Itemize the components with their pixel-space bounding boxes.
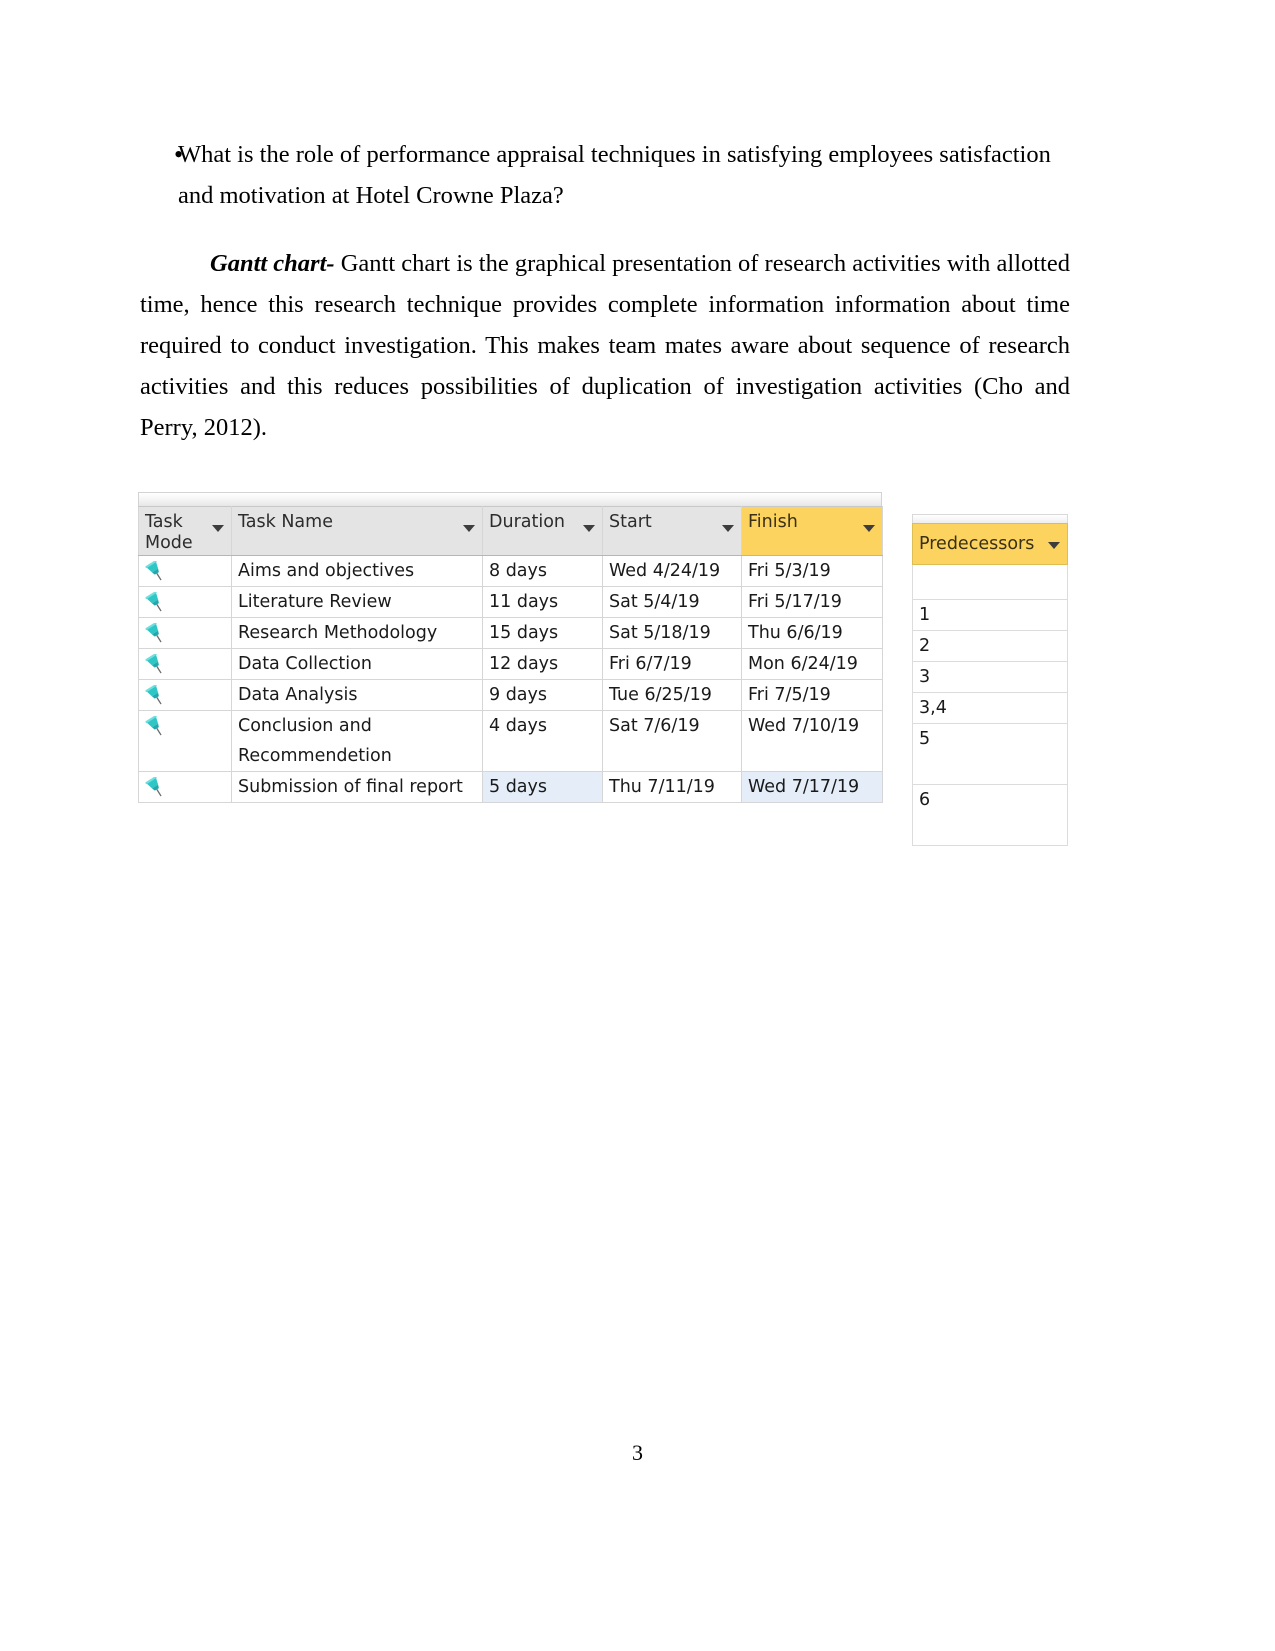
predecessors-header-row: Predecessors (912, 523, 1068, 565)
cell-finish[interactable]: Wed 7/17/19 (741, 771, 883, 803)
cell-duration[interactable]: 4 days (482, 710, 603, 772)
predecessors-row[interactable]: 1 (912, 599, 1068, 631)
cell-task-mode[interactable] (138, 586, 232, 618)
cell-task-name[interactable]: Research Methodology (231, 617, 483, 649)
column-header-duration[interactable]: Duration (482, 506, 603, 556)
table-row[interactable]: Data Analysis 9 days Tue 6/25/19 Fri 7/5/19 (138, 679, 883, 711)
document-page: • What is the role of performance apprai… (0, 0, 1275, 1651)
gantt-chart-lead-in: Gantt chart- (210, 249, 335, 277)
chevron-down-icon[interactable] (463, 525, 475, 532)
cell-finish[interactable]: Fri 5/17/19 (741, 586, 883, 618)
column-header-task-mode[interactable]: Task Mode (138, 506, 232, 556)
bullet-marker-icon: • (174, 140, 184, 169)
task-table-body: Aims and objectives 8 days Wed 4/24/19 Fri … (138, 555, 883, 803)
column-header-start[interactable]: Start (602, 506, 742, 556)
predecessors-row[interactable]: 3 (912, 661, 1068, 693)
cell-start[interactable]: Wed 4/24/19 (602, 555, 742, 587)
cell-task-mode[interactable] (138, 648, 232, 680)
table-row[interactable]: Literature Review 11 days Sat 5/4/19 Fri 5/… (138, 586, 883, 618)
chevron-down-icon[interactable] (863, 525, 875, 532)
cell-task-mode[interactable] (138, 555, 232, 587)
cell-task-name[interactable]: Submission of final report (231, 771, 483, 803)
column-header-label: Task Name (238, 512, 333, 532)
cell-task-mode[interactable] (138, 710, 232, 772)
cell-finish[interactable]: Thu 6/6/19 (741, 617, 883, 649)
cell-duration[interactable]: 12 days (482, 648, 603, 680)
cell-start[interactable]: Thu 7/11/19 (602, 771, 742, 803)
chevron-down-icon[interactable] (1048, 542, 1060, 549)
table-row[interactable]: Submission of final report 5 days Thu 7/11… (138, 771, 883, 803)
bullet-question-text: What is the role of performance appraisa… (178, 141, 1051, 209)
predecessors-table: Predecessors 1 2 3 3,4 5 6 (912, 523, 1068, 846)
bullet-row: • What is the role of performance apprai… (140, 134, 1072, 216)
column-header-label: Predecessors (919, 534, 1035, 554)
cell-start[interactable]: Tue 6/25/19 (602, 679, 742, 711)
pushpin-icon (145, 559, 167, 585)
pushpin-icon (145, 683, 167, 709)
cell-task-mode[interactable] (138, 617, 232, 649)
cell-predecessor[interactable]: 2 (912, 630, 1068, 662)
predecessors-table-body: 1 2 3 3,4 5 6 (912, 564, 1068, 846)
cell-finish[interactable]: Fri 7/5/19 (741, 679, 883, 711)
cell-task-name[interactable]: Aims and objectives (231, 555, 483, 587)
predecessors-panel: Predecessors 1 2 3 3,4 5 6 (912, 514, 1068, 846)
chevron-down-icon[interactable] (722, 525, 734, 532)
cell-duration[interactable]: 8 days (482, 555, 603, 587)
grid-top-bar (138, 492, 882, 506)
cell-predecessor[interactable]: 5 (912, 723, 1068, 785)
cell-duration[interactable]: 11 days (482, 586, 603, 618)
page-number: 3 (632, 1440, 643, 1465)
column-header-finish[interactable]: Finish (741, 506, 883, 556)
cell-task-name[interactable]: Data Analysis (231, 679, 483, 711)
chevron-down-icon[interactable] (583, 525, 595, 532)
predecessors-row[interactable]: 3,4 (912, 692, 1068, 724)
table-header-row: Task Mode Task Name Duration Start Finis… (138, 506, 883, 556)
cell-start[interactable]: Sat 5/4/19 (602, 586, 742, 618)
cell-task-mode[interactable] (138, 679, 232, 711)
table-row[interactable]: Aims and objectives 8 days Wed 4/24/19 Fri … (138, 555, 883, 587)
gantt-chart-body-text: Gantt chart is the graphical presentatio… (140, 249, 1070, 441)
cell-finish[interactable]: Fri 5/3/19 (741, 555, 883, 587)
column-header-predecessors[interactable]: Predecessors (912, 523, 1068, 565)
predecessors-row[interactable] (912, 564, 1068, 600)
cell-duration[interactable]: 9 days (482, 679, 603, 711)
pushpin-icon (145, 775, 167, 801)
table-row[interactable]: Data Collection 12 days Fri 6/7/19 Mon 6/24… (138, 648, 883, 680)
column-header-label: Finish (748, 512, 798, 532)
column-header-label: Start (609, 512, 652, 532)
predecessors-row[interactable]: 2 (912, 630, 1068, 662)
cell-start[interactable]: Fri 6/7/19 (602, 648, 742, 680)
cell-task-name[interactable]: Conclusion and Recommendetion (231, 710, 483, 772)
table-row[interactable]: Conclusion and Recommendetion 4 days Sat 7… (138, 710, 883, 772)
pushpin-icon (145, 590, 167, 616)
cell-task-name[interactable]: Literature Review (231, 586, 483, 618)
cell-finish[interactable]: Wed 7/10/19 (741, 710, 883, 772)
pushpin-icon (145, 621, 167, 647)
cell-duration[interactable]: 5 days (482, 771, 603, 803)
cell-start[interactable]: Sat 7/6/19 (602, 710, 742, 772)
cell-predecessor[interactable]: 3,4 (912, 692, 1068, 724)
predecessors-row[interactable]: 6 (912, 784, 1068, 846)
cell-predecessor[interactable]: 3 (912, 661, 1068, 693)
column-header-task-name[interactable]: Task Name (231, 506, 483, 556)
table-row[interactable]: Research Methodology 15 days Sat 5/18/19 Th… (138, 617, 883, 649)
task-table: Task Mode Task Name Duration Start Finis… (138, 506, 883, 803)
cell-task-name[interactable]: Data Collection (231, 648, 483, 680)
predecessors-top-bar (912, 514, 1068, 523)
cell-task-mode[interactable] (138, 771, 232, 803)
chevron-down-icon[interactable] (212, 525, 224, 532)
pushpin-icon (145, 652, 167, 678)
cell-predecessor[interactable]: 1 (912, 599, 1068, 631)
cell-predecessor[interactable] (912, 564, 1068, 600)
gantt-chart-paragraph: Gantt chart- Gantt chart is the graphica… (140, 243, 1070, 448)
bullet-question: • What is the role of performance apprai… (140, 134, 1072, 216)
gantt-task-grid: Task Mode Task Name Duration Start Finis… (138, 492, 883, 803)
cell-finish[interactable]: Mon 6/24/19 (741, 648, 883, 680)
cell-duration[interactable]: 15 days (482, 617, 603, 649)
cell-predecessor[interactable]: 6 (912, 784, 1068, 846)
predecessors-row[interactable]: 5 (912, 723, 1068, 785)
cell-start[interactable]: Sat 5/18/19 (602, 617, 742, 649)
pushpin-icon (145, 714, 167, 740)
